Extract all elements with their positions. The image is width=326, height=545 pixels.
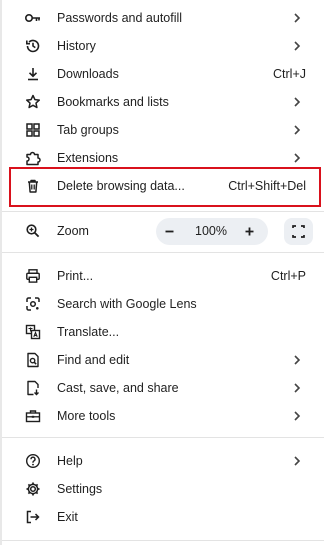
chevron-right-icon (290, 352, 304, 368)
help-icon (24, 452, 42, 470)
tab-groups-icon (24, 121, 42, 139)
menu-item-label: Downloads (57, 67, 119, 81)
toolbox-icon (24, 407, 42, 425)
chevron-right-icon (290, 94, 304, 110)
divider (2, 252, 324, 253)
zoom-row: Zoom 100% (2, 216, 324, 246)
chevron-right-icon (290, 122, 304, 138)
lens-icon (24, 295, 42, 313)
divider (2, 211, 324, 212)
menu-item-passwords[interactable]: Passwords and autofill (2, 4, 324, 32)
shortcut-label: Ctrl+J (273, 67, 306, 81)
menu-item-label: Passwords and autofill (57, 11, 183, 25)
zoom-label: Zoom (57, 224, 89, 238)
menu-item-settings[interactable]: Settings (2, 475, 324, 503)
chevron-right-icon (290, 10, 304, 26)
menu-item-label: Bookmarks and lists (57, 95, 169, 109)
zoom-out-button[interactable] (158, 220, 181, 243)
menu-item-label: Settings (57, 482, 103, 496)
menu-item-label: Help (57, 454, 83, 468)
menu-item-label: Exit (57, 510, 78, 524)
zoom-in-button[interactable] (238, 220, 261, 243)
menu-item-label: Extensions (57, 151, 119, 165)
menu-item-google-lens[interactable]: Search with Google Lens (2, 290, 324, 318)
chevron-right-icon (290, 38, 304, 54)
menu-item-tab-groups[interactable]: Tab groups (2, 116, 324, 144)
divider (2, 437, 324, 438)
menu-item-label: Find and edit (57, 353, 130, 367)
menu-item-bookmarks[interactable]: Bookmarks and lists (2, 88, 324, 116)
chevron-right-icon (290, 380, 304, 396)
menu-item-downloads[interactable]: Downloads Ctrl+J (2, 60, 324, 88)
gear-icon (24, 480, 42, 498)
menu-item-translate[interactable]: Translate... (2, 318, 324, 346)
printer-icon (24, 267, 42, 285)
menu-item-history[interactable]: History (2, 32, 324, 60)
exit-icon (24, 508, 42, 526)
find-page-icon (24, 351, 42, 369)
zoom-icon (24, 222, 42, 240)
menu-item-find-and-edit[interactable]: Find and edit (2, 346, 324, 374)
menu-item-label: Search with Google Lens (57, 297, 197, 311)
menu-item-cast-save-share[interactable]: Cast, save, and share (2, 374, 324, 402)
menu-item-print[interactable]: Print... Ctrl+P (2, 262, 324, 290)
menu-item-label: Tab groups (57, 123, 119, 137)
fullscreen-button[interactable] (284, 218, 313, 245)
menu-item-label: Cast, save, and share (57, 381, 179, 395)
menu-item-label: More tools (57, 409, 116, 423)
menu-item-exit[interactable]: Exit (2, 503, 324, 531)
key-icon (24, 9, 42, 27)
divider (2, 540, 324, 541)
puzzle-icon (24, 149, 42, 167)
menu-item-label: Translate... (57, 325, 120, 339)
menu-item-label: Print... (57, 269, 94, 283)
cast-save-icon (24, 379, 42, 397)
shortcut-label: Ctrl+P (270, 269, 306, 283)
browser-menu: Passwords and autofill History Downloads… (2, 0, 324, 545)
chevron-right-icon (290, 453, 304, 469)
menu-item-label: History (57, 39, 96, 53)
menu-item-help[interactable]: Help (2, 447, 324, 475)
star-icon (24, 93, 42, 111)
zoom-level: 100% (195, 224, 227, 238)
chevron-right-icon (290, 150, 304, 166)
menu-item-more-tools[interactable]: More tools (2, 402, 324, 430)
translate-icon (24, 323, 42, 341)
chevron-right-icon (290, 408, 304, 424)
history-icon (24, 37, 42, 55)
highlight-box (9, 167, 321, 207)
download-icon (24, 65, 42, 83)
zoom-control: 100% (156, 218, 268, 245)
